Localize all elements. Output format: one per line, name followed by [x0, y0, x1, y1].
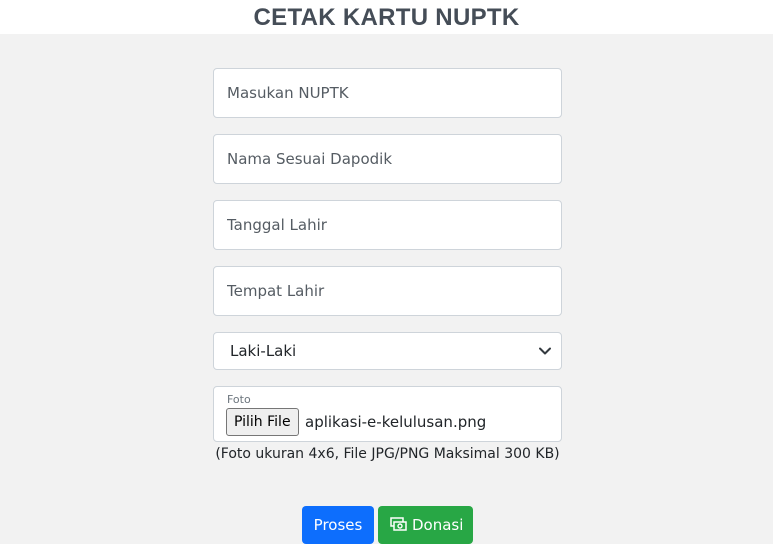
foto-upload-field: Foto Pilih File aplikasi-e-kelulusan.png — [213, 386, 562, 442]
selected-file-name: aplikasi-e-kelulusan.png — [305, 413, 487, 431]
tempat-lahir-field[interactable] — [213, 266, 562, 316]
tanggal-lahir-input[interactable] — [214, 201, 561, 249]
nuptk-field[interactable] — [213, 68, 562, 118]
tanggal-lahir-field[interactable] — [213, 200, 562, 250]
gender-select-value: Laki-Laki — [230, 342, 297, 360]
page-title: CETAK KARTU NUPTK — [253, 4, 520, 31]
proses-button-label: Proses — [313, 516, 363, 534]
foto-hint: (Foto ukuran 4x6, File JPG/PNG Maksimal … — [215, 446, 560, 462]
proses-button[interactable]: Proses — [302, 506, 374, 544]
donasi-button[interactable]: Donasi — [378, 506, 473, 544]
choose-file-button[interactable]: Pilih File — [226, 408, 299, 436]
money-icon — [390, 517, 407, 532]
nuptk-input[interactable] — [214, 69, 561, 117]
nama-field[interactable] — [213, 134, 562, 184]
nama-input[interactable] — [214, 135, 561, 183]
tempat-lahir-input[interactable] — [214, 267, 561, 315]
foto-label: Foto — [227, 393, 251, 406]
gender-select[interactable]: Laki-Laki — [213, 332, 562, 370]
donasi-button-label: Donasi — [412, 516, 464, 534]
page-header: CETAK KARTU NUPTK — [0, 0, 773, 34]
chevron-down-icon — [539, 345, 551, 357]
